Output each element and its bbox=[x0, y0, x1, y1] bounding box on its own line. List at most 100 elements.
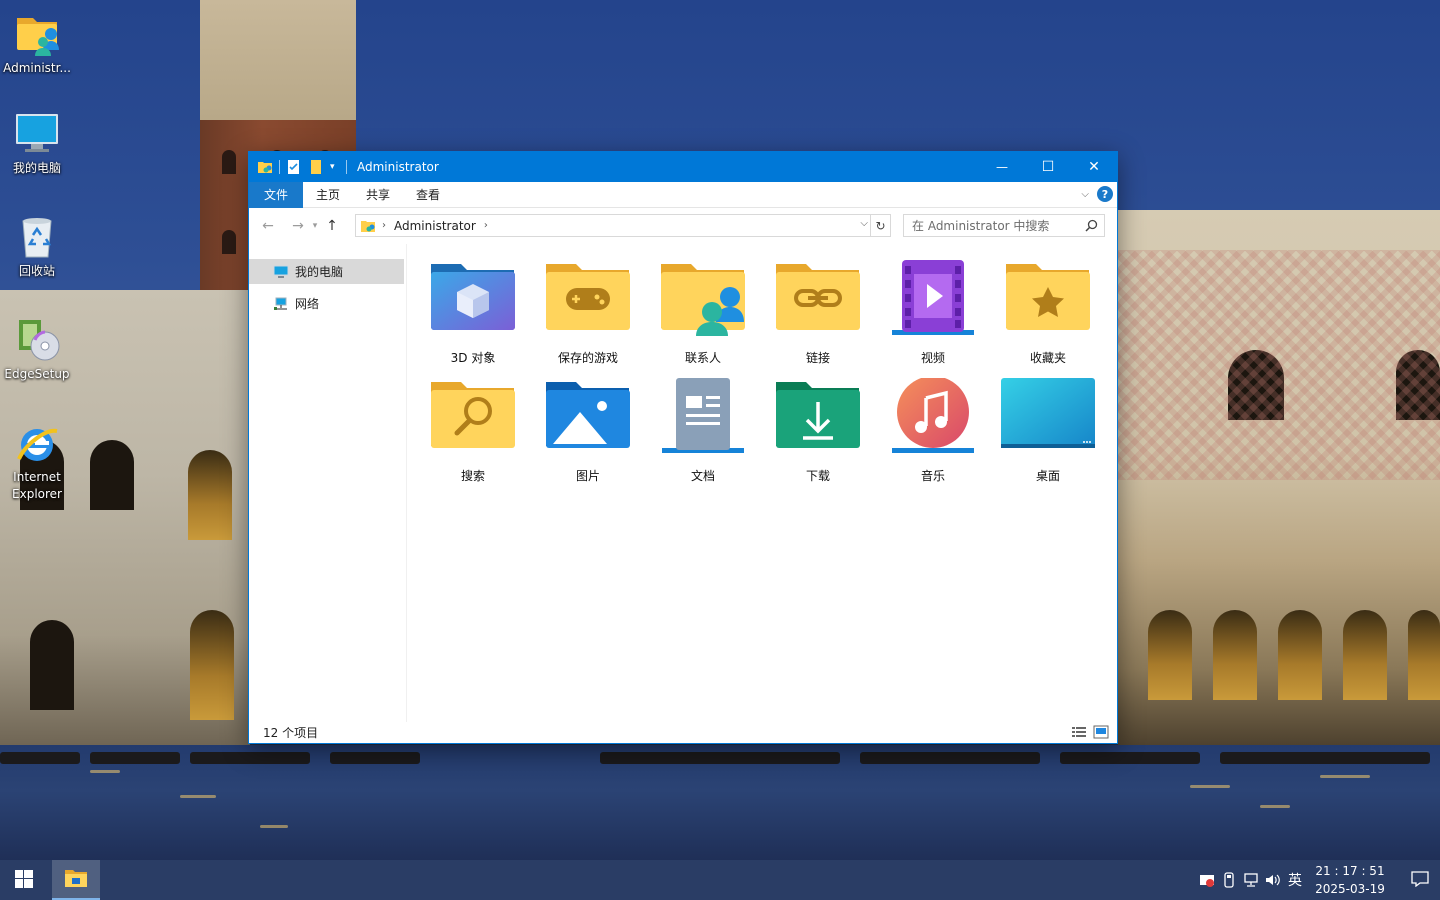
tab-view[interactable]: 查看 bbox=[403, 182, 453, 208]
close-button[interactable]: ✕ bbox=[1071, 152, 1117, 182]
security-icon[interactable] bbox=[1196, 869, 1218, 891]
arrow-right-icon: → bbox=[292, 218, 304, 234]
wallpaper-dock bbox=[190, 752, 310, 764]
folder-item-searches[interactable]: 搜索 bbox=[419, 378, 527, 484]
internet-explorer-icon bbox=[13, 419, 61, 467]
breadcrumb-administrator[interactable]: Administrator bbox=[394, 219, 476, 233]
nav-item-my-computer[interactable]: 我的电脑 bbox=[249, 259, 404, 284]
recent-locations-button[interactable]: ▾ bbox=[309, 215, 321, 237]
explorer-window: ▾ Administrator — ☐ ✕ 文件 主页 共享 查看 ⌵ ? ← … bbox=[248, 151, 1118, 744]
input-method-indicator[interactable]: 英 bbox=[1284, 869, 1306, 891]
clock[interactable]: 21 : 17 : 51 2025-03-19 bbox=[1310, 862, 1390, 898]
notification-icon bbox=[1411, 870, 1429, 890]
desktop-icon-label: 回收站 bbox=[18, 264, 55, 278]
folder-item-pictures[interactable]: 图片 bbox=[534, 378, 642, 484]
volume-icon[interactable] bbox=[1262, 869, 1284, 891]
folder-item-label: 3D 对象 bbox=[450, 351, 496, 365]
folder-item-links[interactable]: 链接 bbox=[764, 260, 872, 366]
desktop-icon-edgesetup[interactable]: EdgeSetup bbox=[0, 316, 74, 383]
divider bbox=[346, 160, 347, 174]
chevron-down-icon: ▾ bbox=[312, 221, 318, 231]
folder-item-saved-games[interactable]: 保存的游戏 bbox=[534, 260, 642, 366]
file-explorer-icon bbox=[64, 868, 88, 891]
new-folder-icon[interactable] bbox=[308, 159, 324, 175]
maximize-button[interactable]: ☐ bbox=[1025, 152, 1071, 182]
minimize-icon: — bbox=[996, 160, 1008, 174]
ribbon-right: ⌵ ? bbox=[1081, 186, 1113, 202]
nav-item-network[interactable]: 网络 bbox=[249, 291, 406, 316]
up-button[interactable]: ↑ bbox=[321, 215, 343, 237]
refresh-icon: ↻ bbox=[875, 218, 886, 233]
tab-share[interactable]: 共享 bbox=[353, 182, 403, 208]
properties-icon[interactable] bbox=[286, 159, 302, 175]
title-bar[interactable]: ▾ Administrator — ☐ ✕ bbox=[249, 152, 1117, 182]
desktop-icon-administrator[interactable]: Administr... bbox=[0, 10, 74, 77]
minimize-button[interactable]: — bbox=[979, 152, 1025, 182]
chevron-right-icon[interactable]: › bbox=[484, 220, 488, 231]
chevron-right-icon[interactable]: › bbox=[382, 220, 386, 231]
folder-item-label: 保存的游戏 bbox=[557, 351, 618, 365]
favorites-folder-icon bbox=[1005, 260, 1091, 336]
wallpaper-dock bbox=[1060, 752, 1200, 764]
folder-item-3d-objects[interactable]: 3D 对象 bbox=[419, 260, 527, 366]
installer-icon bbox=[13, 316, 61, 364]
pictures-folder-icon bbox=[545, 378, 631, 454]
desktop-icon-internet-explorer[interactable]: Internet Explorer bbox=[0, 419, 74, 503]
folder-item-downloads[interactable]: 下载 bbox=[764, 378, 872, 484]
wallpaper-dock bbox=[330, 752, 420, 764]
desktop-icon-my-computer[interactable]: 我的电脑 bbox=[0, 110, 74, 177]
documents-folder-icon bbox=[660, 378, 746, 454]
folder-item-label: 下载 bbox=[805, 469, 830, 483]
network-status-icon[interactable] bbox=[1240, 869, 1262, 891]
desktop-icon-label: Internet Explorer bbox=[12, 470, 62, 501]
expand-ribbon-icon[interactable]: ⌵ bbox=[1081, 189, 1089, 200]
refresh-button[interactable]: ↻ bbox=[870, 215, 890, 236]
details-view-icon[interactable] bbox=[1071, 725, 1087, 739]
start-button[interactable] bbox=[0, 860, 48, 900]
desktop-folder-icon bbox=[1000, 378, 1096, 454]
ribbon-tabs: 文件 主页 共享 查看 ⌵ ? bbox=[249, 181, 1117, 208]
usb-device-icon[interactable] bbox=[1218, 869, 1240, 891]
wallpaper-dock bbox=[1220, 752, 1430, 764]
videos-folder-icon bbox=[890, 260, 976, 336]
folder-item-label: 视频 bbox=[920, 351, 945, 365]
desktop-icon-recycle-bin[interactable]: 回收站 bbox=[0, 213, 74, 280]
user-folder-icon bbox=[360, 218, 376, 234]
folder-item-favorites[interactable]: 收藏夹 bbox=[994, 260, 1102, 366]
search-box[interactable]: 在 Administrator 中搜索 bbox=[903, 214, 1105, 237]
tab-file[interactable]: 文件 bbox=[249, 181, 304, 208]
maximize-icon: ☐ bbox=[1041, 159, 1055, 175]
quick-access-toolbar: ▾ bbox=[249, 152, 353, 182]
system-tray: 英 21 : 17 : 51 2025-03-19 bbox=[1196, 860, 1440, 900]
action-center-button[interactable] bbox=[1400, 860, 1440, 900]
chevron-down-icon[interactable]: ▾ bbox=[330, 159, 340, 175]
folder-item-desktop[interactable]: 桌面 bbox=[994, 378, 1102, 484]
contacts-folder-icon bbox=[660, 260, 746, 336]
music-folder-icon bbox=[890, 376, 976, 454]
taskbar-file-explorer[interactable] bbox=[52, 860, 100, 900]
clock-time: 21 : 17 : 51 bbox=[1315, 864, 1385, 878]
arrow-left-icon: ← bbox=[262, 218, 274, 234]
address-bar[interactable]: › Administrator › ⌵ ↻ bbox=[355, 214, 891, 237]
folder-item-documents[interactable]: 文档 bbox=[649, 378, 757, 484]
wallpaper-dock bbox=[0, 752, 80, 764]
address-dropdown-icon[interactable]: ⌵ bbox=[860, 218, 868, 229]
folder-item-label: 链接 bbox=[805, 351, 830, 365]
folder-item-videos[interactable]: 视频 bbox=[879, 260, 987, 366]
folder-item-music[interactable]: 音乐 bbox=[879, 376, 987, 484]
tab-home[interactable]: 主页 bbox=[303, 182, 353, 208]
large-icons-view-icon[interactable] bbox=[1093, 725, 1109, 739]
back-button[interactable]: ← bbox=[257, 215, 279, 237]
help-button[interactable]: ? bbox=[1097, 186, 1113, 202]
folder-item-contacts[interactable]: 联系人 bbox=[649, 260, 757, 366]
computer-icon bbox=[13, 110, 61, 158]
search-input[interactable]: 在 Administrator 中搜索 bbox=[912, 217, 1049, 234]
address-row: ← → ▾ ↑ › Administrator › ⌵ ↻ 在 Administ… bbox=[249, 208, 1117, 244]
folder-item-label: 桌面 bbox=[1035, 469, 1060, 483]
clock-date: 2025-03-19 bbox=[1315, 882, 1385, 896]
user-folder-icon bbox=[257, 159, 273, 175]
folder-item-label: 图片 bbox=[575, 469, 600, 483]
forward-button[interactable]: → bbox=[287, 215, 309, 237]
computer-icon bbox=[273, 265, 289, 279]
wallpaper-dock bbox=[600, 752, 840, 764]
